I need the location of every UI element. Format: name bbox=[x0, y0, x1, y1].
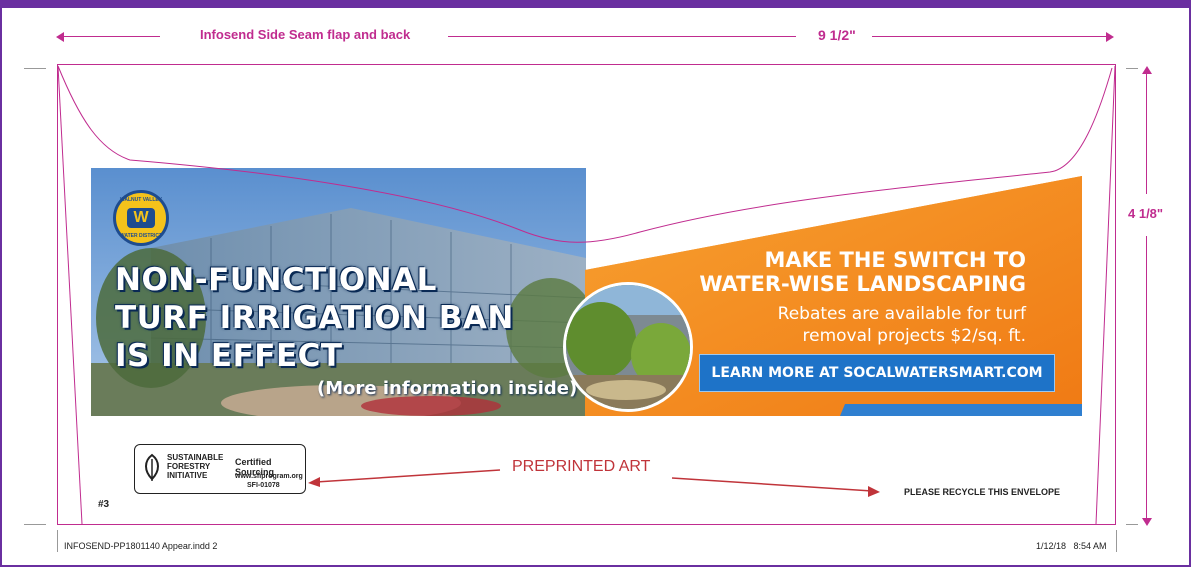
seam-label: Infosend Side Seam flap and back bbox=[200, 27, 411, 42]
learn-more-button[interactable]: LEARN MORE AT SOCALWATERSMART.COM bbox=[699, 354, 1055, 392]
sfi-name-1: SUSTAINABLE bbox=[167, 453, 224, 462]
district-logo: WALNUT VALLEY W WATER DISTRICT bbox=[113, 190, 169, 246]
footer-filename: INFOSEND-PP1801140 Appear.indd 2 bbox=[64, 541, 218, 551]
right-headline-1: MAKE THE SWITCH TO bbox=[764, 248, 1026, 272]
sfi-certification-box: SUSTAINABLE FORESTRY INITIATIVE Certifie… bbox=[134, 444, 306, 494]
sfi-name-2: FORESTRY bbox=[167, 462, 211, 471]
headline-line-2: TURF IRRIGATION BAN bbox=[115, 300, 514, 336]
preprinted-label: PREPRINTED ART bbox=[512, 458, 651, 475]
rebate-line-2: removal projects $2/sq. ft. bbox=[802, 326, 1026, 346]
sfi-url: www.sfiprogram.org bbox=[235, 473, 303, 480]
trim-mark bbox=[1126, 524, 1138, 525]
envelope-number: #3 bbox=[98, 499, 110, 510]
trim-mark bbox=[57, 530, 58, 552]
sfi-name-3: INITIATIVE bbox=[167, 471, 208, 480]
more-info-text: (More information inside) bbox=[317, 378, 578, 399]
trim-mark bbox=[24, 68, 46, 69]
width-label: 9 1/2" bbox=[818, 27, 856, 43]
banner-photo-panel: WALNUT VALLEY W WATER DISTRICT NON-FUNCT… bbox=[91, 168, 586, 416]
height-label: 4 1/8" bbox=[1128, 206, 1164, 221]
sfi-code: SFI-01078 bbox=[247, 482, 280, 489]
trim-mark bbox=[1116, 530, 1117, 552]
trim-mark bbox=[1126, 68, 1138, 69]
right-headline-2: WATER-WISE LANDSCAPING bbox=[699, 272, 1026, 296]
rebate-line-1: Rebates are available for turf bbox=[777, 304, 1026, 324]
recycle-text: PLEASE RECYCLE THIS ENVELOPE bbox=[904, 487, 1061, 497]
leaf-icon bbox=[145, 453, 159, 481]
headline-line-3: IS IN EFFECT bbox=[115, 338, 343, 374]
footer-timestamp: 1/12/18 8:54 AM bbox=[1036, 541, 1107, 551]
garden-photo-circle bbox=[563, 282, 693, 412]
headline-line-1: NON-FUNCTIONAL bbox=[115, 262, 437, 298]
trim-mark bbox=[24, 524, 46, 525]
logo-letter: W bbox=[127, 208, 155, 228]
